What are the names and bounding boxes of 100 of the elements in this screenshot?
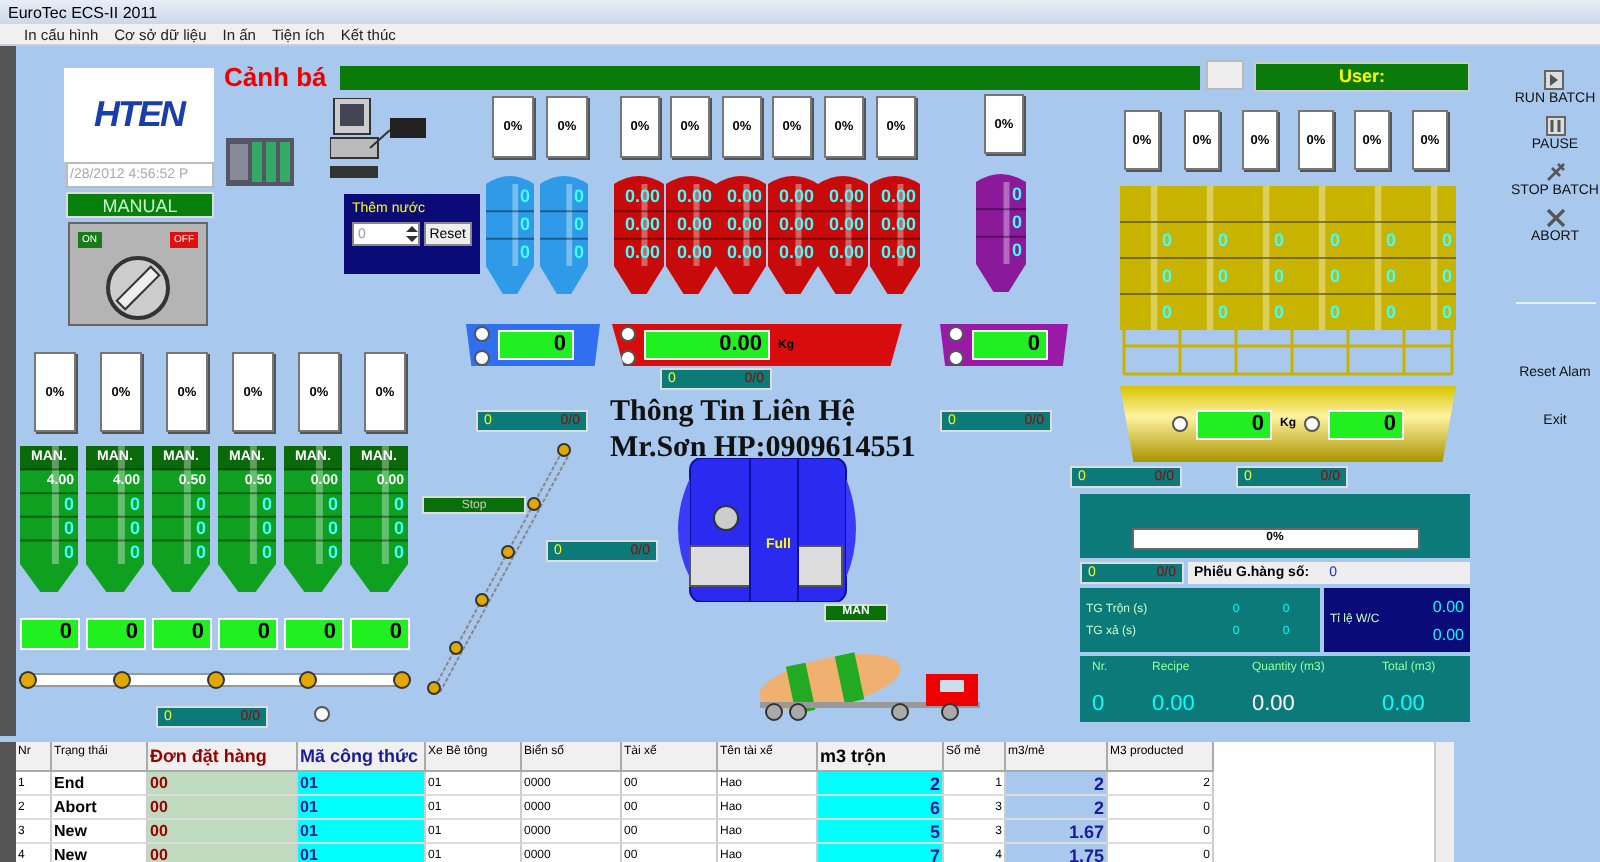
silo-reading: 0 — [193, 542, 208, 562]
table-cell: 00 — [148, 844, 298, 862]
table-cell: 2 — [1006, 772, 1108, 796]
indicator-dot — [1172, 416, 1188, 432]
table-cell: 00 — [148, 796, 298, 820]
silo-reading: 0 — [1009, 238, 1024, 262]
silo-reading: 0 — [127, 518, 142, 539]
contact-phone: Mr.Sơn HP:0909614551 — [610, 430, 918, 466]
indicator-dot — [474, 325, 490, 341]
silo-reading: 0 — [1383, 227, 1398, 253]
silo-reading: 0.00 — [826, 240, 866, 264]
silo-reading: 0 — [517, 213, 532, 237]
column-header[interactable]: Đơn đặt hàng — [148, 742, 298, 772]
weight-display: 0 — [284, 618, 344, 650]
close-icon — [1545, 208, 1565, 228]
silo-reading: 0 — [1271, 299, 1286, 325]
silo-reading: 0.00 — [776, 240, 816, 264]
silo-reading: 0 — [1009, 184, 1024, 208]
silo-reading: 0 — [1159, 263, 1174, 289]
silo-reading: 0 — [571, 240, 586, 264]
silo-reading: 0 — [1159, 299, 1174, 325]
ratio-value: 0.00 — [1432, 597, 1464, 615]
table-cell: 1.75 — [1006, 844, 1108, 862]
table-cell: 01 — [298, 772, 426, 796]
silo-reading: 0 — [391, 518, 406, 539]
weight-display: 0 — [218, 618, 278, 650]
silo-reading: 0.00 — [826, 213, 866, 237]
silo-reading: 0 — [571, 213, 586, 237]
silo-reading: 0.00 — [674, 240, 714, 264]
silo-reading: 0.00 — [674, 186, 714, 210]
silo-reading: 0 — [61, 495, 76, 515]
table-cell: 1.67 — [1006, 820, 1108, 844]
silo-reading: 0 — [571, 186, 586, 210]
silo-reading: 0 — [391, 542, 406, 562]
table-cell: 6 — [818, 796, 944, 820]
silo-reading: 0 — [1215, 299, 1230, 325]
spin-arrows-icon[interactable] — [405, 224, 418, 244]
table-cell: 2 — [1006, 796, 1108, 820]
indicator-dot — [948, 325, 964, 341]
column-header[interactable]: m3 trộn — [818, 742, 944, 772]
silo-reading: 0 — [517, 240, 532, 264]
summary-value: 0.00 — [1252, 692, 1297, 716]
silo-reading: 0.00 — [724, 213, 764, 237]
weight-display: 0 — [152, 618, 212, 650]
table-cell: 01 — [298, 844, 426, 862]
contact-heading: Thông Tin Liên Hệ — [610, 394, 857, 430]
summary-value: 0.00 — [1152, 692, 1197, 716]
silo-reading: 0 — [127, 542, 142, 562]
weight-display: 0 — [1196, 409, 1272, 439]
table-cell: 5 — [818, 820, 944, 844]
weight-display: 0 — [86, 618, 146, 650]
silo-reading: 0 — [193, 518, 208, 539]
weight-display: 0 — [498, 330, 574, 360]
knob-icon[interactable] — [106, 256, 170, 320]
silo-reading: 0.00 — [878, 186, 918, 210]
silo-reading: 0 — [1215, 227, 1230, 253]
pause-icon — [1545, 116, 1565, 136]
silo-reading: 0 — [1327, 299, 1342, 325]
silo-reading: 0 — [1327, 263, 1342, 289]
silo-reading: 0 — [1009, 211, 1024, 235]
scrollbar[interactable] — [1434, 742, 1454, 862]
silo-reading: 0 — [325, 495, 340, 515]
weight-display: 0 — [20, 618, 80, 650]
silo-reading: 0 — [325, 518, 340, 539]
indicator-dot — [620, 349, 636, 365]
weight-display: 0 — [350, 618, 410, 650]
blank-field — [1206, 60, 1244, 90]
play-icon — [1544, 70, 1565, 90]
silo-reading: 0 — [61, 542, 76, 562]
silo-reading: 0.00 — [776, 213, 816, 237]
silo-reading: 0 — [1271, 227, 1286, 253]
silo-reading: 0 — [193, 495, 208, 515]
silo-reading: 0.00 — [622, 213, 662, 237]
table-cell: 01 — [298, 796, 426, 820]
indicator-dot — [620, 325, 636, 341]
weight-display: 0.00 — [644, 330, 770, 360]
weight-display: 0 — [972, 330, 1048, 360]
window-title: EuroTec ECS-II 2011 — [8, 3, 158, 21]
silo-reading: 0 — [1383, 263, 1398, 289]
logo: HTEN — [64, 68, 214, 162]
summary-value: 0.00 — [1382, 692, 1427, 716]
silo-reading: 0.00 — [674, 213, 714, 237]
ratio-value: 0.00 — [1432, 625, 1464, 643]
silo-reading: 0 — [1327, 227, 1342, 253]
table-cell: 00 — [148, 772, 298, 796]
table-cell: 00 — [148, 820, 298, 844]
summary-value: 0 — [1092, 692, 1107, 716]
silo-reading: 0 — [61, 518, 76, 539]
silo-reading: 0.00 — [878, 240, 918, 264]
silo-reading: 0.00 — [622, 186, 662, 210]
silo-reading: 0.00 — [776, 186, 816, 210]
silo-reading: 0.00 — [724, 240, 764, 264]
indicator-dot — [314, 706, 330, 722]
table-cell: 7 — [818, 844, 944, 862]
silo-reading: 0 — [1383, 299, 1398, 325]
silo-reading: 0.00 — [724, 186, 764, 210]
indicator-dot — [474, 349, 490, 365]
column-header[interactable]: Mã công thức — [298, 742, 426, 772]
silo-reading: 0 — [391, 495, 406, 515]
silo-reading: 0.00 — [826, 186, 866, 210]
